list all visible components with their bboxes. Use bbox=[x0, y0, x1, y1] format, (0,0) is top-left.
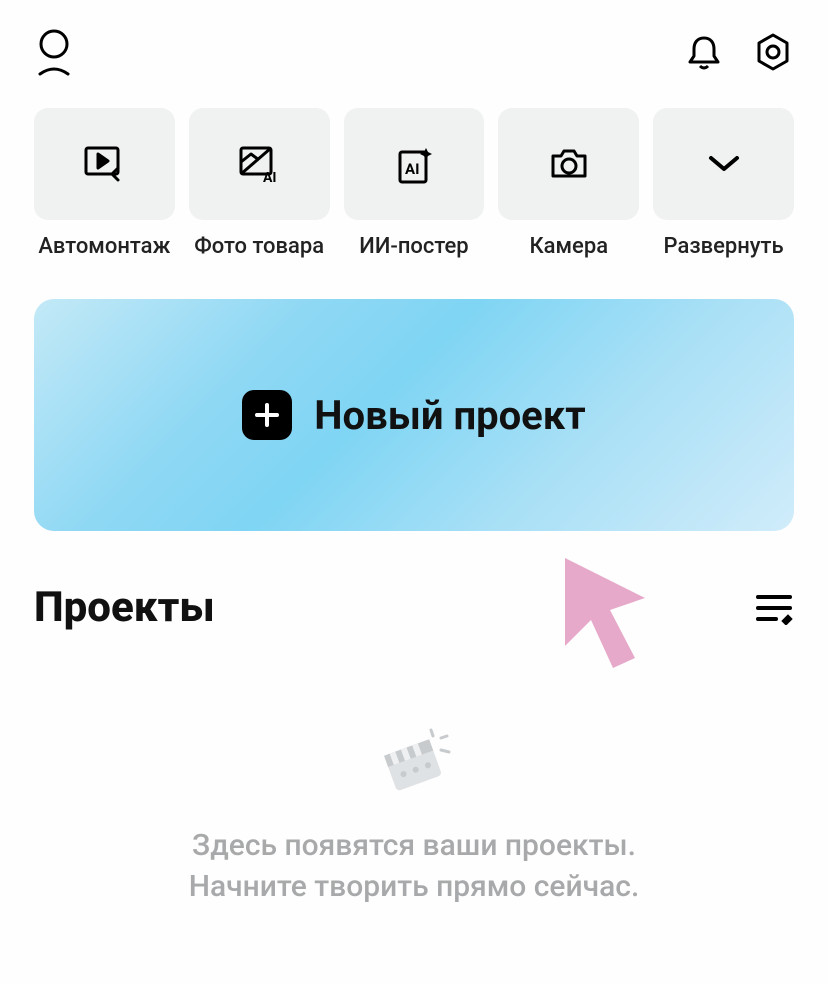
tool-tile bbox=[498, 108, 639, 220]
tool-tile: AI bbox=[189, 108, 330, 220]
tool-label: Автомонтаж bbox=[38, 234, 170, 259]
camera-icon bbox=[547, 144, 591, 184]
new-project-button[interactable]: Новый проект bbox=[34, 299, 794, 531]
tool-camera[interactable]: Камера bbox=[498, 108, 639, 259]
tool-label: Развернуть bbox=[664, 234, 784, 259]
tool-product-photo[interactable]: AI Фото товара bbox=[189, 108, 330, 259]
empty-line1: Здесь появятся ваши проекты. bbox=[189, 826, 640, 867]
tool-ai-poster[interactable]: AI ИИ-постер bbox=[344, 108, 485, 259]
tool-label: Фото товара bbox=[194, 234, 324, 259]
ai-poster-icon: AI bbox=[392, 142, 436, 186]
empty-state-text: Здесь появятся ваши проекты. Начните тво… bbox=[189, 826, 640, 907]
empty-line2: Начните творить прямо сейчас. bbox=[189, 867, 640, 908]
profile-button[interactable] bbox=[34, 28, 74, 76]
tools-row: Автомонтаж AI Фото товара AI ИИ-постер bbox=[0, 76, 828, 259]
automontage-icon bbox=[82, 144, 126, 184]
edit-list-icon bbox=[754, 591, 794, 625]
bell-icon bbox=[684, 32, 724, 72]
tool-tile bbox=[653, 108, 794, 220]
tool-label: Камера bbox=[530, 234, 609, 259]
edit-list-button[interactable] bbox=[754, 591, 794, 625]
settings-button[interactable] bbox=[752, 31, 794, 73]
tool-expand[interactable]: Развернуть bbox=[653, 108, 794, 259]
projects-header: Проекты bbox=[0, 531, 828, 632]
tool-tile bbox=[34, 108, 175, 220]
plus-icon bbox=[242, 390, 292, 440]
product-photo-icon: AI bbox=[237, 144, 281, 184]
tool-tile: AI bbox=[344, 108, 485, 220]
tool-automontage[interactable]: Автомонтаж bbox=[34, 108, 175, 259]
new-project-label: Новый проект bbox=[314, 392, 585, 439]
empty-state: Здесь появятся ваши проекты. Начните тво… bbox=[0, 720, 828, 907]
svg-text:AI: AI bbox=[405, 160, 419, 178]
header bbox=[0, 0, 828, 76]
tool-label: ИИ-постер bbox=[359, 234, 468, 259]
film-clapper-icon bbox=[369, 720, 459, 800]
svg-text:AI: AI bbox=[263, 170, 277, 184]
notifications-button[interactable] bbox=[684, 32, 724, 72]
chevron-down-icon bbox=[707, 154, 741, 174]
projects-title: Проекты bbox=[34, 583, 215, 632]
settings-hex-icon bbox=[752, 31, 794, 73]
profile-icon bbox=[34, 28, 74, 76]
